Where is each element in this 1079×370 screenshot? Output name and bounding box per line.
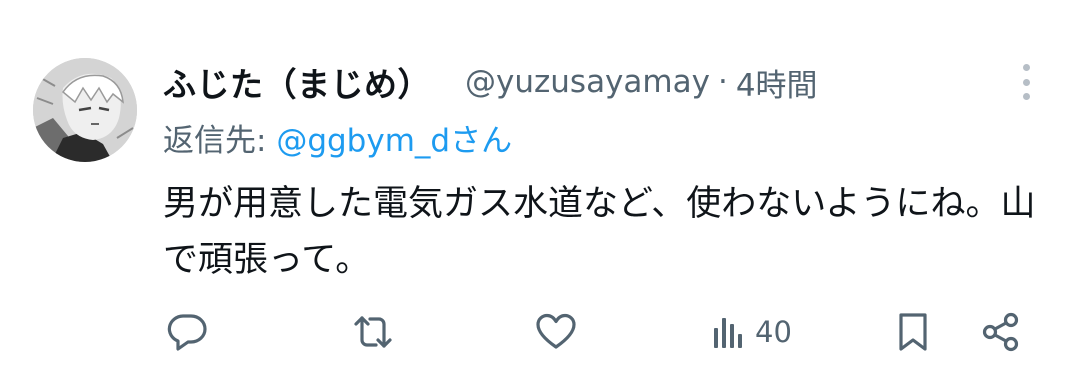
like-button[interactable] (535, 312, 577, 352)
action-bar: 40 (0, 300, 1079, 364)
reply-context: 返信先: @ggbym_dさん (163, 115, 512, 160)
share-button[interactable] (980, 312, 1022, 352)
retweet-icon (354, 316, 392, 348)
bookmark-button[interactable] (893, 312, 933, 352)
tweet-text: 男が用意した電気ガス水道など、使わないようにね。山で頑張って。 (163, 184, 1036, 280)
retweet-button[interactable] (352, 312, 394, 352)
heart-icon (536, 313, 576, 349)
more-vertical-icon[interactable] (1012, 62, 1040, 102)
user-handle[interactable]: @yuzusayamay (465, 64, 710, 100)
avatar[interactable] (33, 58, 137, 162)
analytics-icon (714, 318, 742, 348)
reply-mention-link[interactable]: @ggbym_dさん (276, 123, 512, 159)
timestamp[interactable]: 4時間 (736, 60, 818, 105)
display-name[interactable]: ふじた（まじめ） (163, 58, 431, 106)
comment-icon (167, 314, 207, 351)
share-icon (982, 312, 1019, 352)
reply-button[interactable] (166, 312, 208, 352)
tweet-header: ふじた（まじめ） @yuzusayamay · 4時間 (163, 56, 963, 108)
views-button[interactable]: 40 (711, 312, 792, 352)
separator-dot: · (717, 64, 728, 100)
views-count: 40 (755, 315, 792, 349)
reply-prefix: 返信先: (163, 123, 277, 159)
bookmark-icon (899, 313, 927, 351)
